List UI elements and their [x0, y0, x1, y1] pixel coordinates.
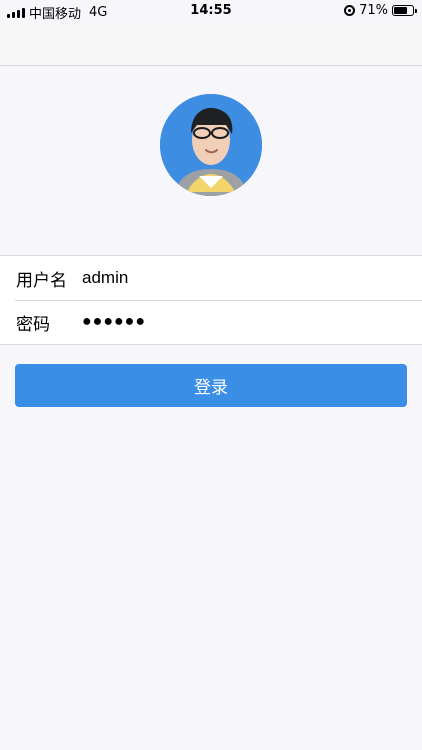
avatar-image [160, 94, 262, 196]
password-input[interactable]: ●●●●●● [82, 313, 146, 331]
battery-icon [392, 5, 417, 16]
status-bar: 中国移动 4G 14:55 71% [0, 0, 422, 22]
password-label: 密码 [16, 314, 50, 335]
username-row[interactable]: 用户名 admin [0, 256, 422, 300]
username-label: 用户名 [16, 270, 67, 291]
rotation-lock-icon [344, 5, 356, 16]
login-form: 用户名 admin 密码 ●●●●●● [0, 255, 422, 345]
username-input[interactable]: admin [82, 268, 128, 288]
password-row[interactable]: 密码 ●●●●●● [0, 300, 422, 344]
avatar[interactable] [160, 94, 262, 196]
battery-percent: 71% [359, 3, 388, 18]
navigation-bar [0, 22, 422, 66]
status-right: 71% [344, 3, 417, 18]
login-button[interactable]: 登录 [15, 364, 407, 407]
battery-level [394, 7, 407, 14]
